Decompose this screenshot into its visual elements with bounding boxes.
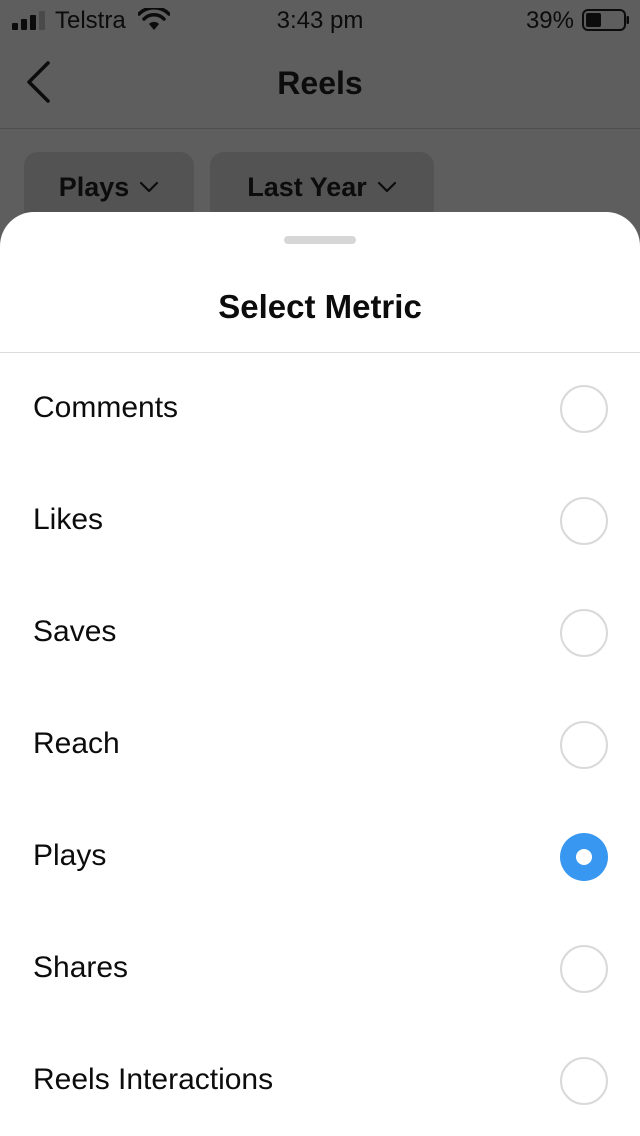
radio-unselected-icon[interactable] [560,1057,608,1105]
period-filter-label: Last Year [247,172,367,202]
chevron-down-icon [377,181,396,193]
metric-option-plays[interactable]: Plays [0,801,640,913]
radio-unselected-icon[interactable] [560,385,608,433]
page-title: Reels [277,65,363,101]
metric-option-label: Likes [33,503,104,536]
status-bar: Telstra 3:43 pm 39% [0,0,640,40]
radio-unselected-icon[interactable] [560,497,608,545]
radio-unselected-icon[interactable] [560,945,608,993]
radio-selected-icon[interactable] [560,833,608,881]
metric-filter-label: Plays [58,172,130,202]
battery-icon [582,9,629,31]
screen: Telstra 3:43 pm 39% Reels Plays Last Yea… [0,0,640,1136]
select-metric-sheet: Select Metric Comments Likes Saves Reach Pla… [0,212,640,1136]
nav-bar: Reels [0,40,640,129]
metric-option-likes[interactable]: Likes [0,465,640,577]
metric-option-label: Reach [33,727,120,760]
metric-option-label: Comments [33,391,179,424]
metric-option-shares[interactable]: Shares [0,913,640,1025]
metric-option-saves[interactable]: Saves [0,577,640,689]
battery-percent: 39% [525,7,574,34]
metric-options-list: Comments Likes Saves Reach Plays Shares Reels … [0,353,640,1136]
metric-option-label: Plays [33,839,107,872]
metric-option-reels-interactions[interactable]: Reels Interactions [0,1025,640,1136]
metric-option-reach[interactable]: Reach [0,689,640,801]
metric-option-label: Reels Interactions [33,1063,274,1096]
metric-option-label: Shares [33,951,129,984]
sheet-grabber[interactable] [284,236,356,244]
radio-unselected-icon[interactable] [560,721,608,769]
sheet-title: Select Metric [218,288,422,325]
chevron-down-icon [140,181,159,193]
radio-unselected-icon[interactable] [560,609,608,657]
metric-option-label: Saves [33,615,117,648]
metric-option-comments[interactable]: Comments [0,353,640,465]
